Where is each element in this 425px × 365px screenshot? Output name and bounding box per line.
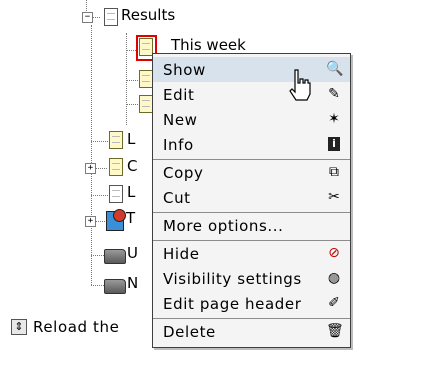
scissors-icon: ✂ (328, 189, 340, 205)
menu-item-more-options[interactable]: More options... (153, 213, 350, 238)
menu-item-label: Hide (163, 245, 200, 263)
collapse-toggle[interactable]: − (82, 12, 93, 23)
edit-icon: ✎ (328, 86, 340, 102)
tree-item-partial[interactable]: U (127, 244, 138, 262)
page-icon[interactable] (139, 95, 153, 113)
page-icon[interactable] (109, 185, 123, 203)
menu-item-label: New (163, 111, 198, 129)
menu-item-new[interactable]: New ✶ (153, 107, 350, 132)
tree-line (96, 221, 105, 222)
results-page-icon (104, 8, 118, 26)
tree-line (126, 104, 138, 105)
tree-line (91, 195, 108, 196)
tree-line (126, 33, 127, 125)
hide-icon: ⊘ (328, 245, 340, 261)
menu-item-label: Delete (163, 323, 216, 341)
menu-item-hide[interactable]: Hide ⊘ (153, 241, 350, 266)
expand-toggle[interactable]: + (85, 163, 96, 174)
tree-item-partial[interactable]: C (127, 157, 137, 175)
menu-item-delete[interactable]: Delete 🗑 (153, 319, 350, 344)
badge-icon (113, 209, 126, 222)
tree-item-partial[interactable]: N (127, 274, 138, 292)
tree-line (126, 80, 138, 81)
page-icon[interactable] (139, 70, 153, 88)
menu-item-label: Info (163, 136, 194, 154)
tree-item-partial[interactable]: L (127, 130, 135, 148)
folder-icon[interactable] (104, 249, 126, 264)
reload-link[interactable]: Reload the (33, 318, 119, 336)
tree-item-results[interactable]: Results (121, 6, 175, 24)
tree-item-partial[interactable]: T (126, 209, 135, 227)
copy-icon: ⧉ (329, 164, 339, 180)
menu-item-visibility-settings[interactable]: Visibility settings ◍ (153, 266, 350, 291)
menu-item-label: Copy (163, 164, 204, 182)
tree-line (91, 195, 92, 285)
tree-item-selected[interactable]: This week (171, 36, 246, 54)
page-icon[interactable] (109, 131, 123, 149)
menu-item-label: Cut (163, 189, 191, 207)
visibility-icon: ◍ (327, 270, 341, 286)
menu-item-label: Visibility settings (163, 270, 302, 288)
expand-toggle[interactable]: + (85, 216, 96, 227)
menu-item-info[interactable]: Info i (153, 132, 350, 157)
menu-item-edit-page-header[interactable]: Edit page header ✐ (153, 291, 350, 316)
folder-icon[interactable] (104, 279, 126, 294)
tree-line (91, 141, 108, 142)
menu-item-label: More options... (163, 217, 284, 235)
pen-icon: ✐ (328, 295, 340, 311)
menu-item-copy[interactable]: Copy ⧉ (153, 160, 350, 185)
page-icon[interactable] (139, 38, 153, 56)
trash-icon: 🗑 (326, 323, 344, 339)
tree-line (93, 17, 100, 18)
tree-line (96, 168, 107, 169)
context-menu: Show 🔍 Edit ✎ New ✶ Info i Copy ⧉ Cut ✂ … (152, 53, 351, 348)
new-page-icon: ✶ (328, 111, 340, 127)
magnifier-icon: 🔍 (326, 61, 344, 77)
page-icon[interactable] (109, 158, 123, 176)
menu-item-label: Edit (163, 86, 195, 104)
reload-icon[interactable]: ⇕ (11, 319, 27, 335)
info-icon: i (328, 137, 340, 151)
menu-item-edit[interactable]: Edit ✎ (153, 82, 350, 107)
tree-item-partial[interactable]: L (127, 183, 135, 201)
menu-item-show[interactable]: Show 🔍 (153, 57, 350, 82)
menu-item-label: Show (163, 61, 206, 79)
special-page-icon[interactable] (106, 209, 126, 231)
menu-item-label: Edit page header (163, 295, 302, 313)
hand-cursor-icon (289, 69, 311, 101)
menu-item-cut[interactable]: Cut ✂ (153, 185, 350, 210)
